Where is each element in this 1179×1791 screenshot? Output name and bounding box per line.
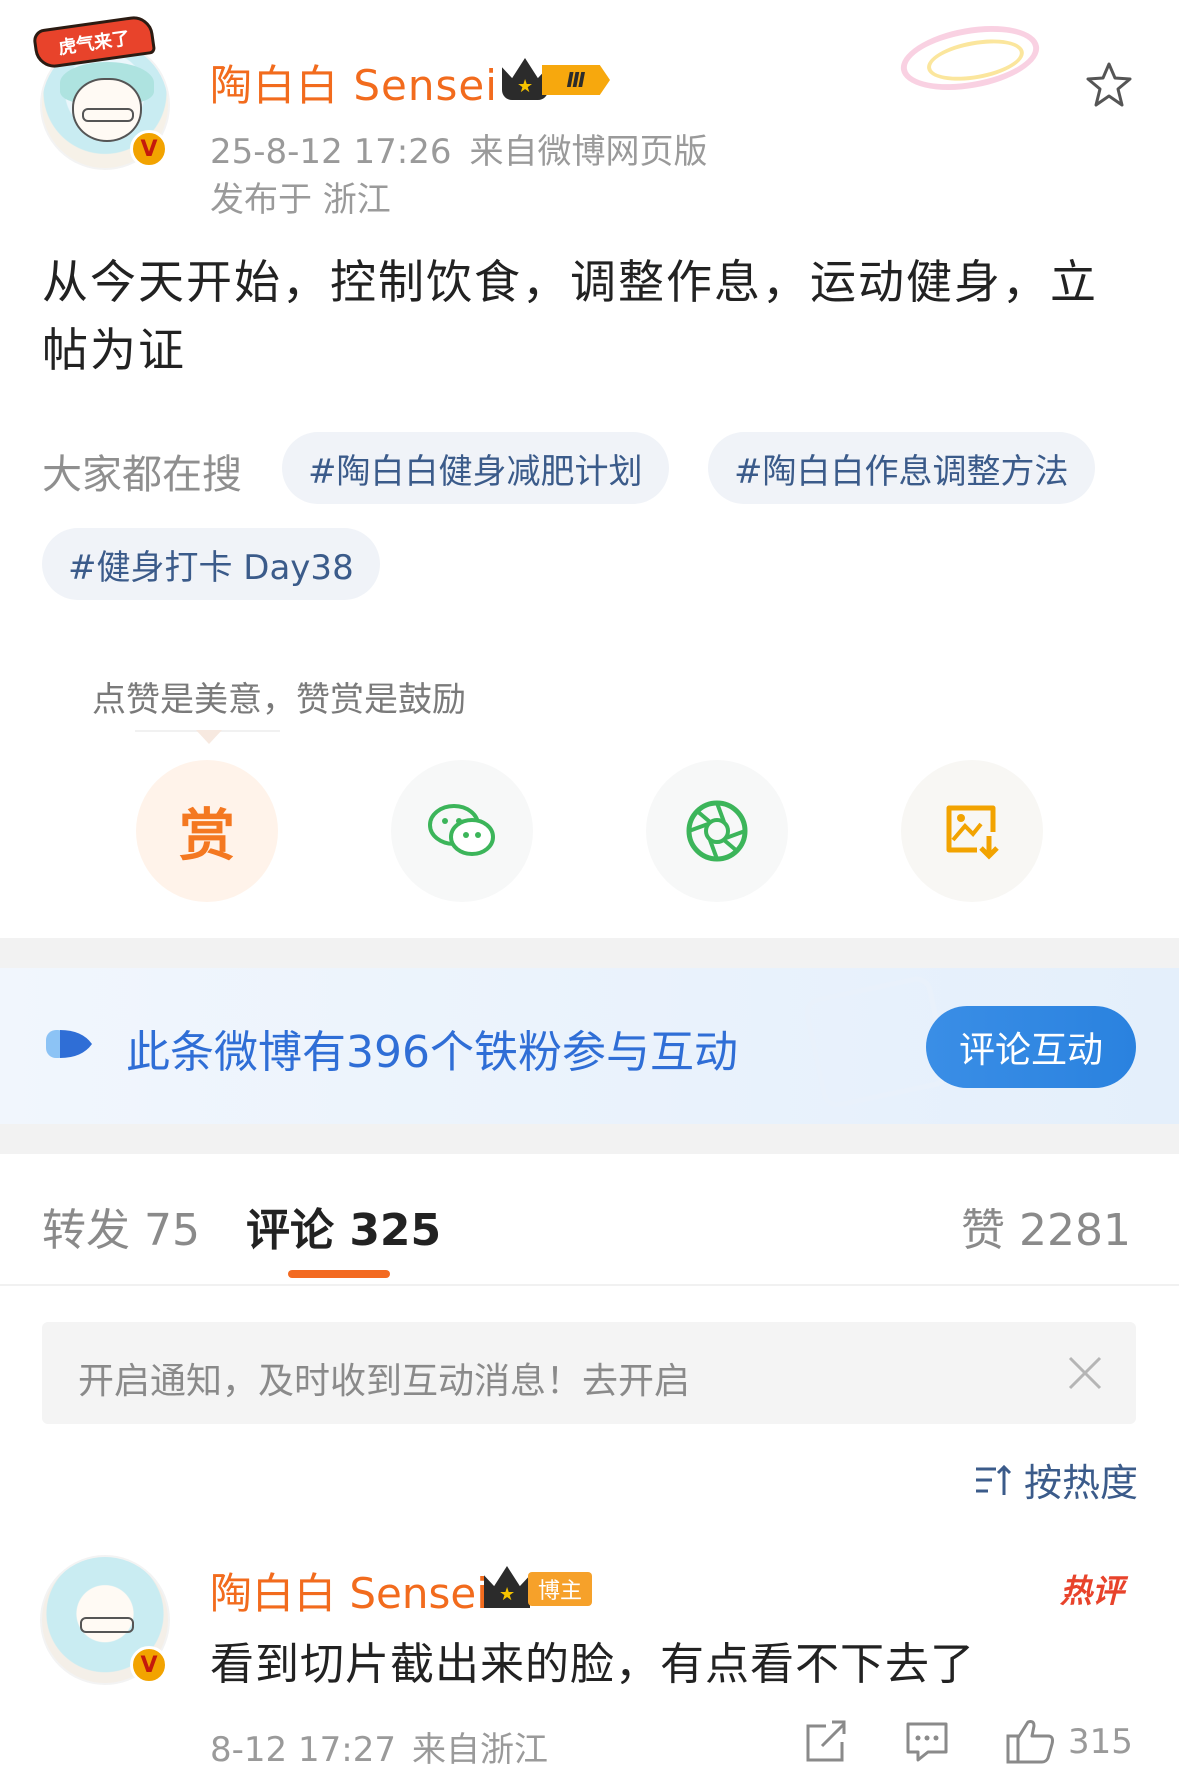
tab-like[interactable]: 赞 2281 xyxy=(961,1194,1131,1258)
comment-source: 来自浙江 xyxy=(411,1730,548,1770)
save-image-button[interactable] xyxy=(901,760,1043,902)
moments-icon xyxy=(686,800,748,862)
active-tab-indicator xyxy=(288,1270,390,1278)
decoration-ring xyxy=(895,16,1045,100)
reward-tip: 点赞是美意，赞赏是鼓励 xyxy=(92,680,466,720)
share-moments-button[interactable] xyxy=(646,760,788,902)
fan-interaction-banner[interactable]: 此条微博有396个铁粉参与互动 评论互动 xyxy=(0,968,1179,1124)
star-mark-icon: ★ xyxy=(517,76,534,97)
hot-comment-badge: 热评 xyxy=(1060,1572,1125,1610)
sort-by-hot[interactable]: 按热度 xyxy=(974,1452,1138,1507)
close-icon[interactable] xyxy=(1062,1350,1108,1396)
level-label: Ⅲ xyxy=(542,65,610,95)
verified-badge: V xyxy=(130,1646,168,1684)
reward-tip-caret xyxy=(196,730,222,744)
comment-author-name[interactable]: 陶白白 Sensei xyxy=(210,1560,488,1621)
reward-button[interactable]: 赏 xyxy=(136,760,278,902)
comment-timestamp: 8-12 17:27 xyxy=(210,1730,396,1770)
notification-notice[interactable]: 开启通知，及时收到互动消息！去开启 xyxy=(42,1322,1136,1424)
comment-owner-badge: ★ 博主 xyxy=(484,1566,594,1608)
wechat-icon xyxy=(428,804,495,856)
post-header: 虎气来了 V 陶白白 Sensei ★ Ⅲ 25-8-12 17:26 来自微博网… xyxy=(0,0,1179,230)
section-divider xyxy=(0,938,1179,968)
fan-logo-icon xyxy=(46,1030,92,1058)
sort-label: 按热度 xyxy=(1024,1461,1139,1505)
favorite-star-icon[interactable] xyxy=(1084,60,1134,110)
post-source: 来自微博网页版 xyxy=(469,132,708,172)
reply-icon[interactable] xyxy=(904,1716,950,1766)
tab-repost[interactable]: 转发 75 xyxy=(42,1194,200,1258)
sort-icon xyxy=(976,1464,1012,1495)
post-tabs: 转发 75 评论 325 赞 2281 xyxy=(0,1154,1179,1286)
avatar-glasses xyxy=(82,108,134,122)
author-name[interactable]: 陶白白 Sensei xyxy=(210,52,498,113)
avatar-glasses xyxy=(80,1617,134,1633)
share-icon[interactable] xyxy=(804,1716,848,1766)
owner-badge-label: 博主 xyxy=(528,1572,592,1606)
comment-interact-button[interactable]: 评论互动 xyxy=(926,1006,1136,1088)
post-meta: 25-8-12 17:26 来自微博网页版 xyxy=(210,124,708,173)
trending-search-label: 大家都在搜 xyxy=(42,452,242,498)
star-mark-icon: ★ xyxy=(499,1584,516,1605)
member-level-badge[interactable]: ★ Ⅲ xyxy=(502,58,614,100)
verified-badge: V xyxy=(130,130,168,168)
notice-text[interactable]: 开启通知，及时收到互动消息！去开启 xyxy=(78,1352,690,1404)
comment-meta: 8-12 17:27 来自浙江 xyxy=(210,1722,548,1771)
trending-tag[interactable]: #陶白白健身减肥计划 xyxy=(282,432,669,504)
share-wechat-button[interactable] xyxy=(391,760,533,902)
trending-tag[interactable]: #健身打卡 Day38 xyxy=(42,528,380,600)
trending-tag[interactable]: #陶白白作息调整方法 xyxy=(708,432,1095,504)
post-timestamp: 25-8-12 17:26 xyxy=(210,132,452,172)
section-divider xyxy=(0,1124,1179,1154)
comment-text: 看到切片截出来的脸，有点看不下去了 xyxy=(210,1639,975,1690)
tab-comment[interactable]: 评论 325 xyxy=(246,1194,441,1258)
save-image-icon xyxy=(946,805,999,860)
fan-interaction-text: 此条微博有396个铁粉参与互动 xyxy=(126,1027,738,1078)
post-text: 从今天开始，控制饮食，调整作息，运动健身，立帖为证 xyxy=(42,255,1098,377)
comment-like-count: 315 xyxy=(1068,1722,1133,1762)
like-thumb-icon[interactable] xyxy=(1004,1716,1064,1766)
post-location: 发布于 浙江 xyxy=(210,180,391,220)
